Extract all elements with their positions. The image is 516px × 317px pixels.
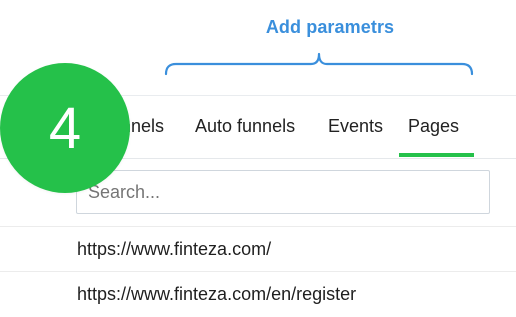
tab-events[interactable]: Events [328,96,383,158]
search-input[interactable] [76,170,490,214]
curly-brace-icon [164,52,474,76]
app-root: Add parametrs Funnels Auto funnels Event… [0,0,516,317]
add-parameters-annotation: Add parametrs [265,17,395,37]
tab-pages[interactable]: Pages [408,96,459,158]
page-url: https://www.finteza.com/ [77,239,272,259]
step-number-badge: 4 [0,63,130,193]
list-item[interactable]: https://www.finteza.com/en/register [0,271,516,316]
page-url: https://www.finteza.com/en/register [77,284,357,304]
tab-auto-funnels[interactable]: Auto funnels [195,96,295,158]
active-tab-indicator [399,153,474,157]
list-item[interactable]: https://www.finteza.com/ [0,226,516,271]
